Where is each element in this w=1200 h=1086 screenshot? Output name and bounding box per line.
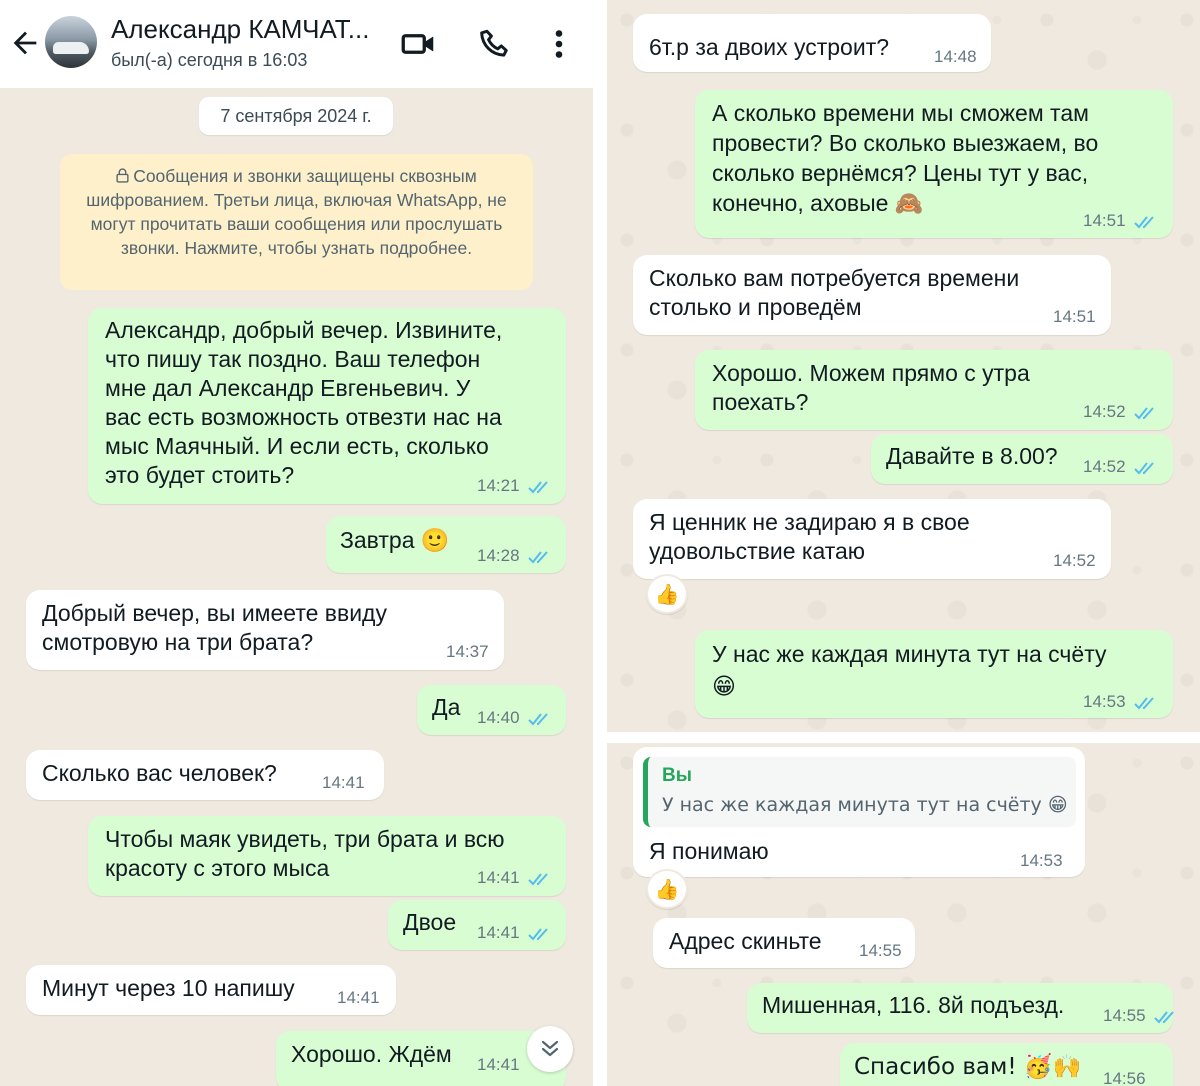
- message-time: 14:41: [322, 773, 365, 792]
- message-bubble-incoming[interactable]: Адрес скиньте 14:55: [653, 918, 915, 968]
- message-text: А сколько времени мы сможем там провести…: [712, 100, 1099, 216]
- message-text: Чтобы маяк увидеть, три брата и всю крас…: [105, 826, 505, 881]
- message-time: 14:41: [477, 923, 520, 942]
- read-receipt-icon: [528, 713, 548, 726]
- message-time: 14:53: [1083, 692, 1126, 711]
- message-text: Хорошо. Ждём: [291, 1041, 452, 1067]
- reaction-thumbs-up-icon[interactable]: 👍: [646, 574, 688, 614]
- message-time: 14:41: [337, 988, 380, 1007]
- message-text: Добрый вечер, вы имеете ввиду смотровую …: [42, 600, 387, 655]
- message-bubble-outgoing[interactable]: Хорошо. Ждём 14:41: [276, 1031, 566, 1086]
- read-receipt-icon: [528, 551, 548, 564]
- message-text: Хорошо. Можем прямо с утра поехать?: [712, 360, 1030, 415]
- reaction-thumbs-up-icon[interactable]: 👍: [646, 869, 688, 909]
- message-time: 14:48: [934, 47, 977, 66]
- read-receipt-icon: [1134, 407, 1154, 420]
- message-text: Сколько вас человек?: [42, 760, 277, 786]
- message-text: Сколько вам потребуется времени столько …: [649, 265, 1020, 320]
- message-time: 14:37: [446, 642, 489, 661]
- message-bubble-outgoing[interactable]: Хорошо. Можем прямо с утра поехать? 14:5…: [695, 350, 1173, 430]
- message-time: 14:41: [477, 1055, 520, 1074]
- message-bubble-outgoing[interactable]: А сколько времени мы сможем там провести…: [695, 90, 1173, 238]
- message-bubble-outgoing[interactable]: Спасибо вам! 🥳🙌 14:56: [840, 1043, 1173, 1086]
- message-time: 14:51: [1053, 307, 1096, 326]
- quote-author: Вы: [662, 765, 692, 786]
- message-text: 6т.р за двоих устроит?: [649, 34, 890, 60]
- message-text: Мишенная, 116. 8й подъезд.: [762, 992, 1065, 1018]
- message-bubble-outgoing[interactable]: Мишенная, 116. 8й подъезд. 14:55: [747, 983, 1174, 1033]
- chat-panel-right-bottom: Вы У нас же каждая минута тут на счёту 😁…: [607, 743, 1200, 1086]
- chat-header: Александр КАМЧАТ... был(-а) сегодня в 16…: [0, 0, 593, 88]
- scroll-to-bottom-button[interactable]: [527, 1026, 573, 1072]
- message-text: Да: [432, 694, 461, 720]
- message-time: 14:56: [1103, 1069, 1146, 1086]
- message-bubble-outgoing[interactable]: У нас же каждая минута тут на счёту 😁 14…: [695, 630, 1173, 718]
- read-receipt-icon: [1134, 697, 1154, 710]
- message-bubble-outgoing[interactable]: Давайте в 8.00? 14:52: [871, 434, 1173, 484]
- phone-icon[interactable]: [476, 26, 514, 62]
- read-receipt-icon: [1154, 1011, 1174, 1024]
- message-time: 14:21: [477, 476, 520, 495]
- message-text: Минут через 10 напишу: [42, 975, 295, 1001]
- encryption-notice-text: Сообщения и звонки защищены сквозным шиф…: [86, 166, 507, 258]
- message-time: 14:55: [1103, 1006, 1146, 1025]
- message-text: Я ценник не задираю я в свое удовольстви…: [649, 509, 970, 564]
- message-time: 14:52: [1083, 402, 1126, 421]
- back-arrow-icon[interactable]: [8, 26, 42, 60]
- message-time: 14:53: [1020, 851, 1063, 870]
- message-bubble-outgoing[interactable]: Да 14:40: [417, 685, 566, 735]
- message-bubble-incoming[interactable]: Я ценник не задираю я в свое удовольстви…: [633, 499, 1111, 579]
- avatar[interactable]: [45, 16, 97, 68]
- message-time: 14:51: [1083, 211, 1126, 230]
- message-time: 14:52: [1053, 551, 1096, 570]
- video-call-icon[interactable]: [400, 26, 438, 62]
- encryption-notice[interactable]: Сообщения и звонки защищены сквозным шиф…: [60, 154, 533, 290]
- message-bubble-incoming[interactable]: 6т.р за двоих устроит? 14:48: [633, 14, 991, 72]
- message-bubble-outgoing[interactable]: Чтобы маяк увидеть, три брата и всю крас…: [88, 816, 566, 896]
- message-bubble-incoming[interactable]: Сколько вам потребуется времени столько …: [633, 255, 1111, 335]
- message-time: 14:40: [477, 708, 520, 727]
- message-time: 14:41: [477, 868, 520, 887]
- read-receipt-icon: [1134, 216, 1154, 229]
- double-chevron-down-icon: [541, 1040, 559, 1057]
- date-chip: 7 сентября 2024 г.: [199, 97, 393, 135]
- read-receipt-icon: [528, 481, 548, 494]
- lock-icon: [116, 168, 129, 183]
- message-bubble-incoming-reply[interactable]: Вы У нас же каждая минута тут на счёту 😁…: [633, 747, 1085, 877]
- message-bubble-incoming[interactable]: Минут через 10 напишу 14:41: [26, 965, 396, 1015]
- chat-panel-left: Александр КАМЧАТ... был(-а) сегодня в 16…: [0, 0, 593, 1086]
- message-text: Двое: [403, 909, 457, 935]
- quoted-message[interactable]: Вы У нас же каждая минута тут на счёту 😁: [643, 757, 1076, 827]
- message-text: Адрес скиньте: [669, 928, 822, 954]
- message-text: Давайте в 8.00?: [886, 443, 1058, 469]
- more-vert-icon[interactable]: [540, 26, 578, 62]
- chat-panel-right-top: 6т.р за двоих устроит? 14:48 А сколько в…: [607, 0, 1200, 732]
- contact-status: был(-а) сегодня в 16:03: [111, 50, 308, 70]
- message-bubble-outgoing[interactable]: Александр, добрый вечер. Извините, что п…: [88, 308, 566, 504]
- contact-name[interactable]: Александр КАМЧАТ...: [111, 14, 369, 45]
- read-receipt-icon: [1134, 462, 1154, 475]
- message-bubble-outgoing[interactable]: Завтра 🙂 14:28: [326, 516, 566, 573]
- message-bubble-incoming[interactable]: Сколько вас человек? 14:41: [26, 750, 384, 800]
- message-time: 14:28: [477, 546, 520, 565]
- message-text: У нас же каждая минута тут на счёту 😁: [712, 641, 1107, 699]
- message-text: Спасибо вам! 🥳🙌: [854, 1054, 1082, 1080]
- message-bubble-outgoing[interactable]: Двое 14:41: [388, 900, 566, 950]
- message-text: Я понимаю: [649, 838, 769, 864]
- message-text: Александр, добрый вечер. Извините, что п…: [105, 317, 503, 488]
- message-time: 14:52: [1083, 457, 1126, 476]
- quote-text: У нас же каждая минута тут на счёту 😁: [662, 794, 1068, 816]
- message-text: Завтра 🙂: [340, 527, 450, 553]
- read-receipt-icon: [528, 928, 548, 941]
- read-receipt-icon: [528, 873, 548, 886]
- message-bubble-incoming[interactable]: Добрый вечер, вы имеете ввиду смотровую …: [26, 590, 504, 670]
- message-time: 14:55: [859, 941, 902, 960]
